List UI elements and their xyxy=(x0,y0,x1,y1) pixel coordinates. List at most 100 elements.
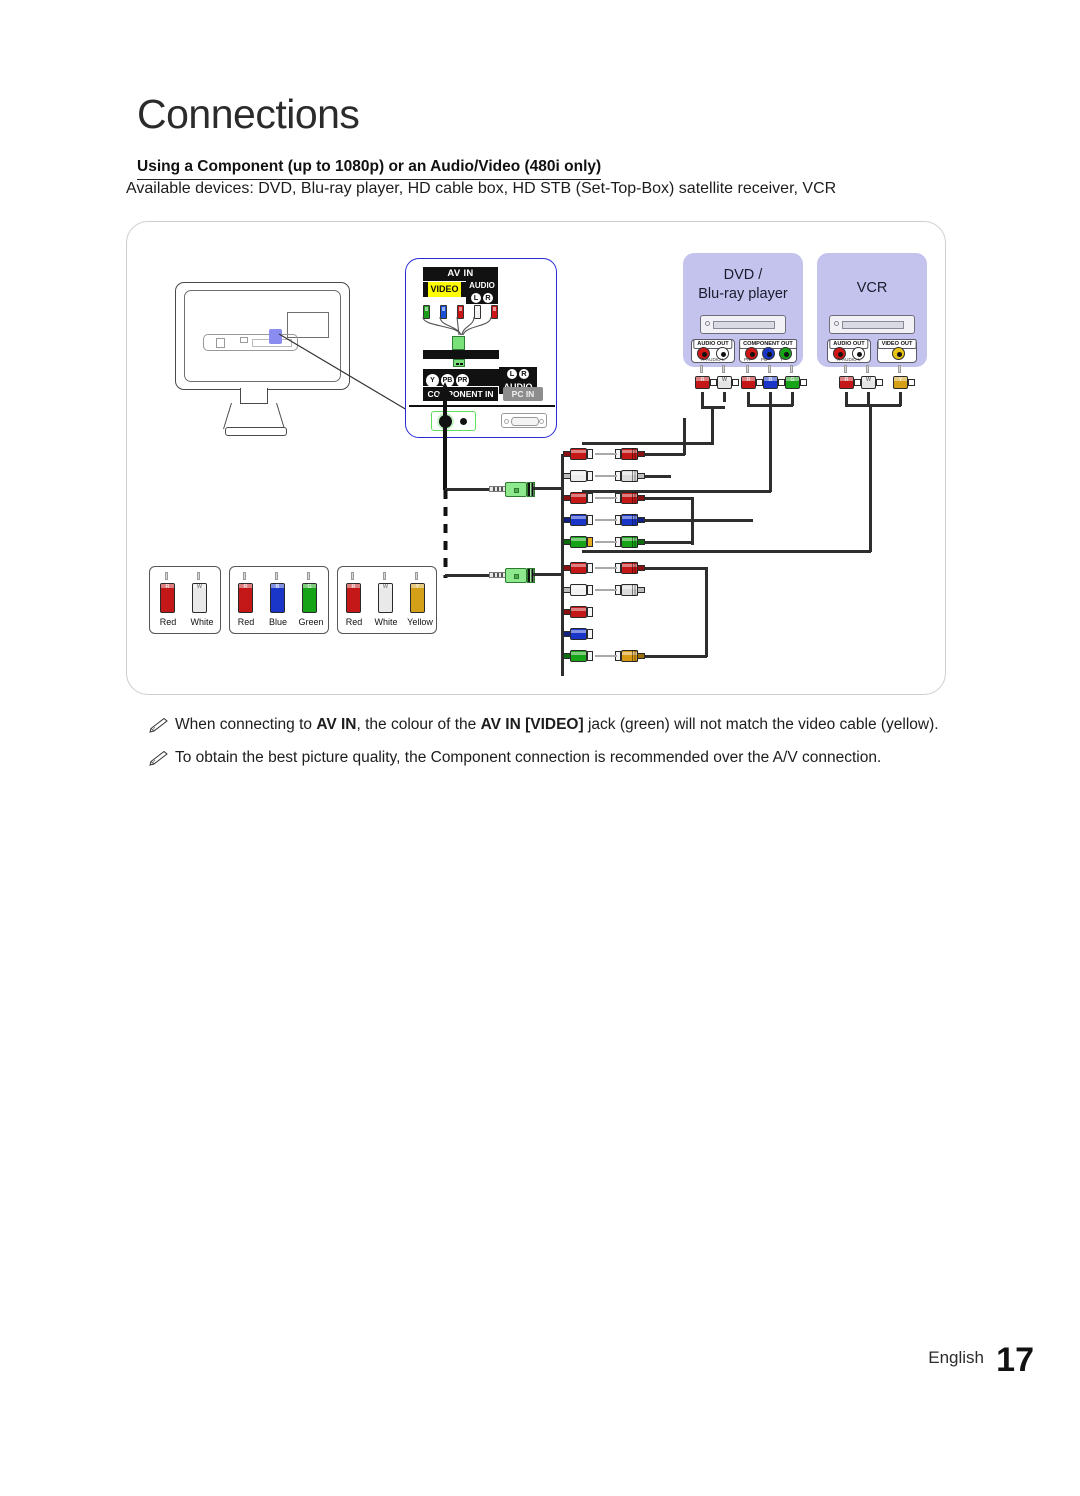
video-label-text: VIDEO xyxy=(428,282,461,297)
panel-green-plug xyxy=(452,336,465,350)
device-box-dvd: DVD / Blu-ray player AUDIO OUT R-AUDIO-L… xyxy=(683,253,803,367)
device-title-vcr: VCR xyxy=(856,280,888,296)
panel-divider xyxy=(409,405,555,407)
port-jack-video-vcr[interactable] xyxy=(892,347,905,360)
available-devices-text: Available devices: DVD, Blu-ray player, … xyxy=(126,180,837,197)
wire-b-link-1 xyxy=(595,567,617,569)
wire-a-out-5 xyxy=(645,541,693,544)
tv-stand-leg-left xyxy=(223,403,245,429)
audio-top-label: AUDIO xyxy=(466,280,498,291)
device-slot-dvd xyxy=(713,321,775,329)
port-sub-pr-dvd: PR xyxy=(744,356,751,362)
port-group-audio-out-vcr: AUDIO OUT R-AUDIO-L xyxy=(827,339,871,363)
legend-label-red-3: Red xyxy=(345,617,363,627)
panel-black-bar xyxy=(423,350,499,359)
note-1-seg-1: AV IN xyxy=(316,716,357,733)
note-1-seg-2: , the colour of the xyxy=(356,716,481,733)
section-heading: Using a Component (up to 1080p) or an Au… xyxy=(137,158,602,180)
wire-b-link-2 xyxy=(595,589,617,591)
wire-b-out-5 xyxy=(645,655,707,658)
legend-label-white-1: White xyxy=(190,617,214,627)
note-2-seg-0: To obtain the best picture quality, the … xyxy=(175,749,882,766)
note-1-seg-4: jack (green) will not match the video ca… xyxy=(583,716,939,733)
video-label: VIDEO xyxy=(423,282,466,297)
port-group-component-out-dvd: COMPONENT OUT PR PB Y xyxy=(739,339,797,363)
wire-vcr-join xyxy=(845,404,901,407)
dashed-branch xyxy=(443,490,448,578)
wire-a-link-1 xyxy=(595,453,617,455)
manual-page: Connections Using a Component (up to 108… xyxy=(0,0,1080,1496)
tv-jack-panel: AV IN VIDEO AUDIO LR Y PB PR L R COMPONE… xyxy=(405,258,557,438)
legend-box-audio: R W Red White xyxy=(149,566,221,634)
arrow-to-av-jack xyxy=(438,382,452,490)
wire-dvd-audio-white-v xyxy=(723,392,726,402)
adapter-body-2 xyxy=(505,568,527,583)
minijack-adapter-av xyxy=(489,567,537,583)
wire-adapter1-right xyxy=(533,487,563,490)
device-box-vcr: VCR AUDIO OUT R-AUDIO-L VIDEO OUT xyxy=(817,253,927,367)
pc-in-screw-right xyxy=(539,419,544,424)
note-text-2: To obtain the best picture quality, the … xyxy=(175,749,881,767)
wire-b-link-5 xyxy=(595,655,617,657)
wire-b-down-1 xyxy=(705,567,708,657)
adapter-pin-2 xyxy=(489,572,506,578)
note-1-seg-3: AV IN [VIDEO] xyxy=(480,716,584,733)
footer-page-number: 17 xyxy=(996,1341,1034,1379)
device-image-vcr xyxy=(829,315,915,334)
port-group-audio-out-dvd: AUDIO OUT R-AUDIO-L xyxy=(691,339,735,363)
tv-illustration xyxy=(175,282,350,442)
audio-right-badge-top: R xyxy=(483,292,493,303)
wire-b-out-1 xyxy=(645,567,707,570)
minijack-adapter-component xyxy=(489,481,537,497)
legend-box-component: R B G Red Blue Green xyxy=(229,566,329,634)
wire-vcr-left xyxy=(582,550,871,553)
tv-strip-detail-a xyxy=(216,338,225,348)
device-led-dvd xyxy=(705,321,710,326)
wire-a-up-1 xyxy=(683,418,686,455)
footer-language: English xyxy=(928,1348,984,1367)
adapter-body-1 xyxy=(505,482,527,497)
note-pencil-icon-2 xyxy=(149,751,168,766)
tv-stand-neck xyxy=(240,388,268,404)
legend-label-blue: Blue xyxy=(268,617,287,627)
wire-bundle-a-spine xyxy=(561,454,564,572)
audio-left-badge-top: L xyxy=(471,292,481,303)
wire-bundle-b-spine xyxy=(561,568,564,676)
panel-green-chip xyxy=(453,359,465,367)
note-text-1: When connecting to AV IN, the colour of … xyxy=(175,716,939,734)
audio-lr-top: LR xyxy=(466,291,498,304)
audio-left-badge-bottom: L xyxy=(507,368,517,379)
port-group-video-out-vcr: VIDEO OUT xyxy=(877,339,917,363)
wire-dvd-comp-down xyxy=(769,404,772,492)
device-image-dvd xyxy=(700,315,786,334)
legend-label-green: Green xyxy=(298,617,324,627)
audio-lr-bottom: LR xyxy=(499,367,537,381)
pc-in-label: PC IN xyxy=(503,387,543,401)
port-sub-audio-out-vcr: R-AUDIO-L xyxy=(837,356,861,362)
port-sub-y-dvd: Y xyxy=(780,356,784,362)
legend-label-yellow: Yellow xyxy=(407,617,433,627)
wire-adapter2-right xyxy=(533,573,563,576)
wire-a-link-5 xyxy=(595,541,617,543)
wire-a-out-2 xyxy=(645,475,671,478)
pc-in-dsub xyxy=(511,417,539,426)
tv-strip-detail-b xyxy=(240,337,248,343)
wire-a-out-4 xyxy=(645,519,753,522)
device-led-vcr xyxy=(834,321,839,326)
pc-in-screw-left xyxy=(504,419,509,424)
legend-label-red-2: Red xyxy=(237,617,255,627)
wire-dvd-audio-left xyxy=(582,442,714,445)
note-1-seg-0: When connecting to xyxy=(175,716,317,733)
wire-a-link-4 xyxy=(595,519,617,521)
device-title-dvd-line1: DVD / xyxy=(723,267,763,283)
connection-diagram: AV IN VIDEO AUDIO LR Y PB PR L R COMPONE… xyxy=(126,221,946,695)
wire-a-out-1 xyxy=(645,453,685,456)
wire-dvd-comp-left xyxy=(582,490,771,493)
pc-in-jack xyxy=(501,413,547,428)
legend-box-av: R W Y Red White Yellow xyxy=(337,566,437,634)
tv-stand-base xyxy=(225,427,287,436)
audio-right-badge-bottom: R xyxy=(519,368,529,379)
av-in-label: AV IN xyxy=(423,267,498,281)
note-pencil-icon-1 xyxy=(149,718,168,733)
wire-a-link-3 xyxy=(595,497,617,499)
